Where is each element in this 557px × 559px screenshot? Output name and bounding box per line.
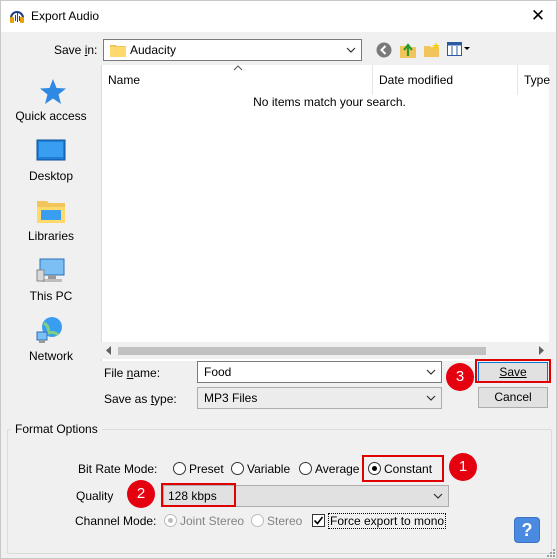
place-label: This PC <box>29 289 73 303</box>
folder-icon <box>110 45 126 57</box>
checkmark-icon <box>313 516 324 525</box>
radio-stereo <box>251 514 264 527</box>
desktop-icon <box>36 139 66 161</box>
quick-access-star-icon <box>40 79 66 104</box>
chevron-down-icon <box>433 493 443 499</box>
help-button[interactable]: ? <box>514 517 540 543</box>
column-header-date-modified[interactable]: Date modified <box>379 73 453 87</box>
place-this-pc[interactable]: This PC <box>7 253 95 309</box>
bit-rate-mode-label: Bit Rate Mode: <box>78 462 158 476</box>
network-icon <box>36 317 62 343</box>
resize-grip-icon[interactable] <box>546 548 555 557</box>
scroll-left-icon[interactable] <box>105 346 113 355</box>
export-audio-dialog: Export Audio ✕ Save in: Audacity Quick a… <box>0 0 557 559</box>
save-as-type-value: MP3 Files <box>204 391 258 405</box>
save-as-type-label: Save as type: <box>104 392 177 406</box>
file-name-label: File name: <box>104 366 161 380</box>
column-divider <box>372 65 373 95</box>
radio-preset[interactable] <box>173 462 186 475</box>
force-mono-checkbox[interactable] <box>312 514 325 527</box>
horizontal-scrollbar[interactable] <box>101 342 549 359</box>
place-label: Libraries <box>27 229 75 243</box>
save-in-label: Save in: <box>54 43 98 57</box>
chevron-down-icon[interactable] <box>425 365 437 379</box>
force-mono-label[interactable]: Force export to mono <box>328 513 447 529</box>
libraries-icon <box>37 201 65 223</box>
radio-joint-stereo <box>164 514 177 527</box>
place-label: Desktop <box>28 169 74 183</box>
quality-label: Quality <box>76 489 114 503</box>
save-in-value: Audacity <box>130 43 177 57</box>
new-folder-icon[interactable] <box>423 41 441 59</box>
step-marker-2: 2 <box>127 480 155 508</box>
step-marker-3: 3 <box>446 363 474 391</box>
view-menu-icon[interactable] <box>447 41 471 58</box>
place-network[interactable]: Network <box>7 313 95 369</box>
radio-joint-stereo-label: Joint Stereo <box>180 514 245 528</box>
radio-average-label[interactable]: Average <box>315 462 359 476</box>
column-header-type[interactable]: Type <box>524 73 550 87</box>
up-one-level-icon[interactable] <box>399 41 417 59</box>
back-icon[interactable] <box>376 42 392 58</box>
file-name-value: Food <box>204 365 232 379</box>
highlight-constant <box>362 455 444 482</box>
place-desktop[interactable]: Desktop <box>7 133 95 189</box>
place-label: Network <box>28 349 73 363</box>
save-in-dropdown[interactable]: Audacity <box>103 39 362 61</box>
highlight-quality <box>161 483 236 507</box>
audacity-app-icon <box>10 11 24 23</box>
window-title: Export Audio <box>31 9 100 23</box>
file-name-input[interactable]: Food <box>197 361 442 383</box>
step-marker-1: 1 <box>449 453 477 481</box>
cancel-button[interactable]: Cancel <box>478 387 548 408</box>
highlight-save <box>475 359 551 383</box>
close-icon[interactable]: ✕ <box>526 6 550 26</box>
channel-mode-label: Channel Mode: <box>75 514 157 528</box>
place-libraries[interactable]: Libraries <box>7 193 95 249</box>
place-label: Quick access <box>15 109 87 123</box>
scroll-right-icon[interactable] <box>537 346 545 355</box>
radio-average[interactable] <box>299 462 312 475</box>
radio-preset-label[interactable]: Preset <box>189 462 224 476</box>
place-quick-access[interactable]: Quick access <box>7 73 95 129</box>
empty-message: No items match your search. <box>253 95 406 109</box>
scrollbar-thumb[interactable] <box>118 347 486 355</box>
title-bar: Export Audio ✕ <box>1 1 556 32</box>
chevron-down-icon <box>426 395 436 401</box>
column-header-name[interactable]: Name <box>108 73 140 87</box>
format-options-title: Format Options <box>11 422 102 436</box>
radio-variable-label[interactable]: Variable <box>247 462 290 476</box>
places-bar: Quick access Desktop Libraries This PC N… <box>7 65 95 363</box>
this-pc-icon <box>36 258 65 282</box>
file-list[interactable]: Name Date modified Type No items match y… <box>101 65 550 361</box>
radio-stereo-label: Stereo <box>267 514 303 528</box>
sort-ascending-icon <box>233 65 243 71</box>
chevron-down-icon <box>346 47 356 53</box>
column-divider <box>517 65 518 95</box>
radio-variable[interactable] <box>231 462 244 475</box>
save-as-type-dropdown[interactable]: MP3 Files <box>197 387 442 409</box>
